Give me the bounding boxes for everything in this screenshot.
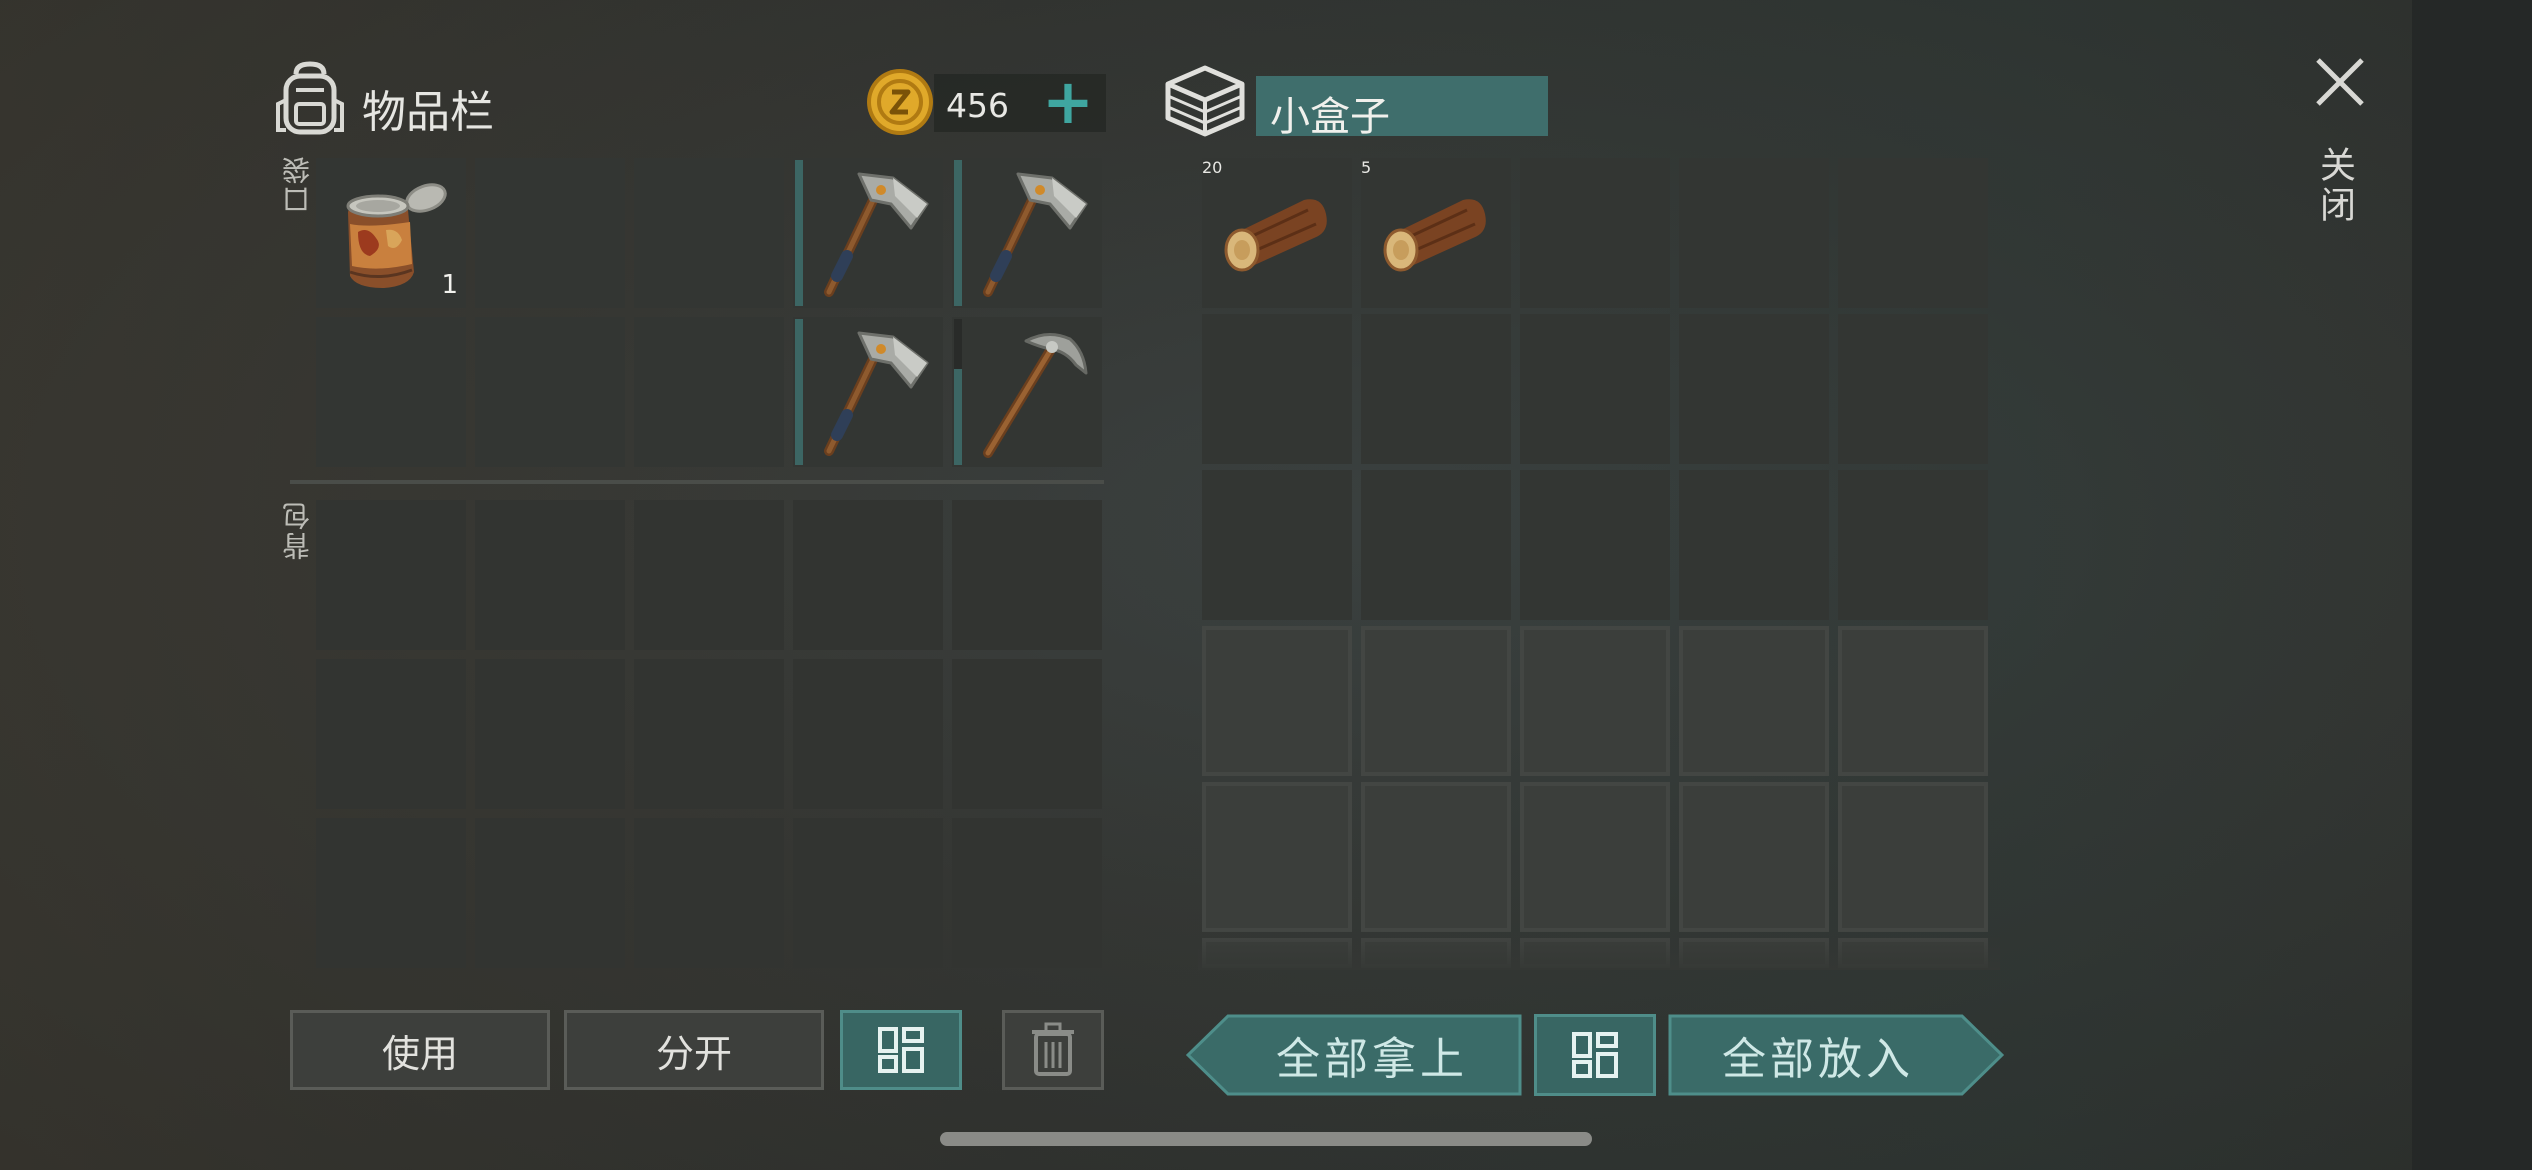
item-quantity: 1: [441, 270, 458, 300]
storage-title-bar: 小盒子: [1256, 76, 1548, 140]
backpack-slot[interactable]: [634, 818, 784, 968]
backpack-slot[interactable]: [952, 500, 1102, 650]
grid-icon: [878, 1027, 924, 1073]
pocket-slot[interactable]: [634, 317, 784, 467]
storage-slot[interactable]: [1520, 314, 1670, 464]
durability-bar: [795, 160, 803, 306]
discard-button[interactable]: [1002, 1010, 1104, 1090]
backpack-slot[interactable]: [475, 659, 625, 809]
put-all-label: 全部放入: [1722, 1034, 1914, 1085]
inventory-title: 物品栏: [362, 87, 494, 138]
take-all-button[interactable]: 全部拿上: [1186, 1014, 1522, 1096]
take-all-label: 全部拿上: [1276, 1034, 1468, 1085]
hatchet-icon: [824, 172, 929, 297]
box-icon: [1165, 65, 1245, 137]
pocket-slot[interactable]: [475, 317, 625, 467]
storage-slot-locked: [1361, 626, 1511, 776]
close-button[interactable]: 关闭: [2310, 56, 2370, 236]
backpack-slot[interactable]: [316, 659, 466, 809]
storage-slot-locked: [1361, 782, 1511, 932]
storage-slot-locked: [1202, 782, 1352, 932]
pocket-slot[interactable]: [634, 158, 784, 308]
backpack-slot[interactable]: [475, 500, 625, 650]
storage-slot-locked: [1520, 626, 1670, 776]
trash-icon: [1032, 1022, 1074, 1076]
storage-slot-locked: [1679, 782, 1829, 932]
coin-balance: 456: [946, 86, 1009, 125]
backpack-slot[interactable]: [316, 818, 466, 968]
put-all-button[interactable]: 全部放入: [1668, 1014, 2004, 1096]
storage-slot[interactable]: [1361, 314, 1511, 464]
storage-slot[interactable]: [1679, 470, 1829, 620]
pocket-slot[interactable]: [793, 158, 943, 308]
grid-icon: [1572, 1032, 1618, 1078]
storage-slot[interactable]: [1361, 470, 1511, 620]
storage-scroll-fade: [1198, 930, 2000, 970]
storage-slot[interactable]: 20: [1202, 158, 1352, 308]
storage-slot[interactable]: [1838, 470, 1988, 620]
hatchet-icon: [824, 331, 929, 456]
home-indicator[interactable]: [940, 1132, 1592, 1146]
close-label: 关闭: [2314, 146, 2355, 226]
storage-slot[interactable]: [1679, 314, 1829, 464]
storage-slot[interactable]: [1838, 158, 1988, 308]
backpack-slot[interactable]: [634, 659, 784, 809]
backpack-slot[interactable]: [952, 659, 1102, 809]
canned-food-icon: [346, 183, 447, 288]
storage-slot[interactable]: [1838, 314, 1988, 464]
pocket-slot[interactable]: [952, 158, 1102, 308]
screen-edge-strip: [2412, 0, 2532, 1170]
durability-bar: [954, 160, 962, 306]
pocket-slot[interactable]: [316, 317, 466, 467]
backpack-icon: [276, 61, 344, 135]
storage-slot[interactable]: [1202, 470, 1352, 620]
pocket-label: 口袋: [281, 154, 314, 214]
storage-slot-locked: [1838, 782, 1988, 932]
section-divider: [290, 480, 1104, 484]
item-quantity: 20: [1202, 158, 1223, 177]
pickaxe-icon: [983, 333, 1088, 458]
pocket-slot[interactable]: [952, 317, 1102, 467]
sort-storage-button[interactable]: [1534, 1014, 1656, 1096]
storage-title: 小盒子: [1270, 94, 1390, 140]
storage-slot-locked: [1679, 626, 1829, 776]
durability-bar: [795, 319, 803, 465]
add-coins-button[interactable]: +: [1040, 71, 1096, 133]
storage-slot-locked: [1520, 782, 1670, 932]
storage-slot[interactable]: [1520, 158, 1670, 308]
pocket-slot[interactable]: [475, 158, 625, 308]
backpack-slot[interactable]: [475, 818, 625, 968]
durability-bar: [954, 319, 962, 465]
coin-icon: [867, 69, 933, 135]
backpack-slot[interactable]: [952, 818, 1102, 968]
storage-slot[interactable]: [1679, 158, 1829, 308]
backpack-slot[interactable]: [316, 500, 466, 650]
pocket-slot[interactable]: 1: [316, 158, 466, 308]
storage-slot-locked: [1838, 626, 1988, 776]
storage-slot[interactable]: 5: [1361, 158, 1511, 308]
storage-slot-locked: [1202, 626, 1352, 776]
storage-slot[interactable]: [1202, 314, 1352, 464]
pocket-slot[interactable]: [793, 317, 943, 467]
backpack-slot[interactable]: [793, 818, 943, 968]
storage-slot[interactable]: [1520, 470, 1670, 620]
backpack-slot[interactable]: [793, 659, 943, 809]
item-quantity: 5: [1361, 158, 1372, 177]
inventory-header: 物品栏 456 +: [270, 58, 1106, 138]
backpack-label: 背包: [281, 500, 314, 560]
hatchet-icon: [983, 172, 1088, 297]
log-icon: [1383, 199, 1486, 272]
log-icon: [1224, 199, 1327, 272]
close-icon: [2316, 58, 2364, 106]
backpack-slot[interactable]: [793, 500, 943, 650]
use-button[interactable]: 使用: [290, 1010, 550, 1090]
backpack-slot[interactable]: [634, 500, 784, 650]
split-button[interactable]: 分开: [564, 1010, 824, 1090]
sort-inventory-button[interactable]: [840, 1010, 962, 1090]
